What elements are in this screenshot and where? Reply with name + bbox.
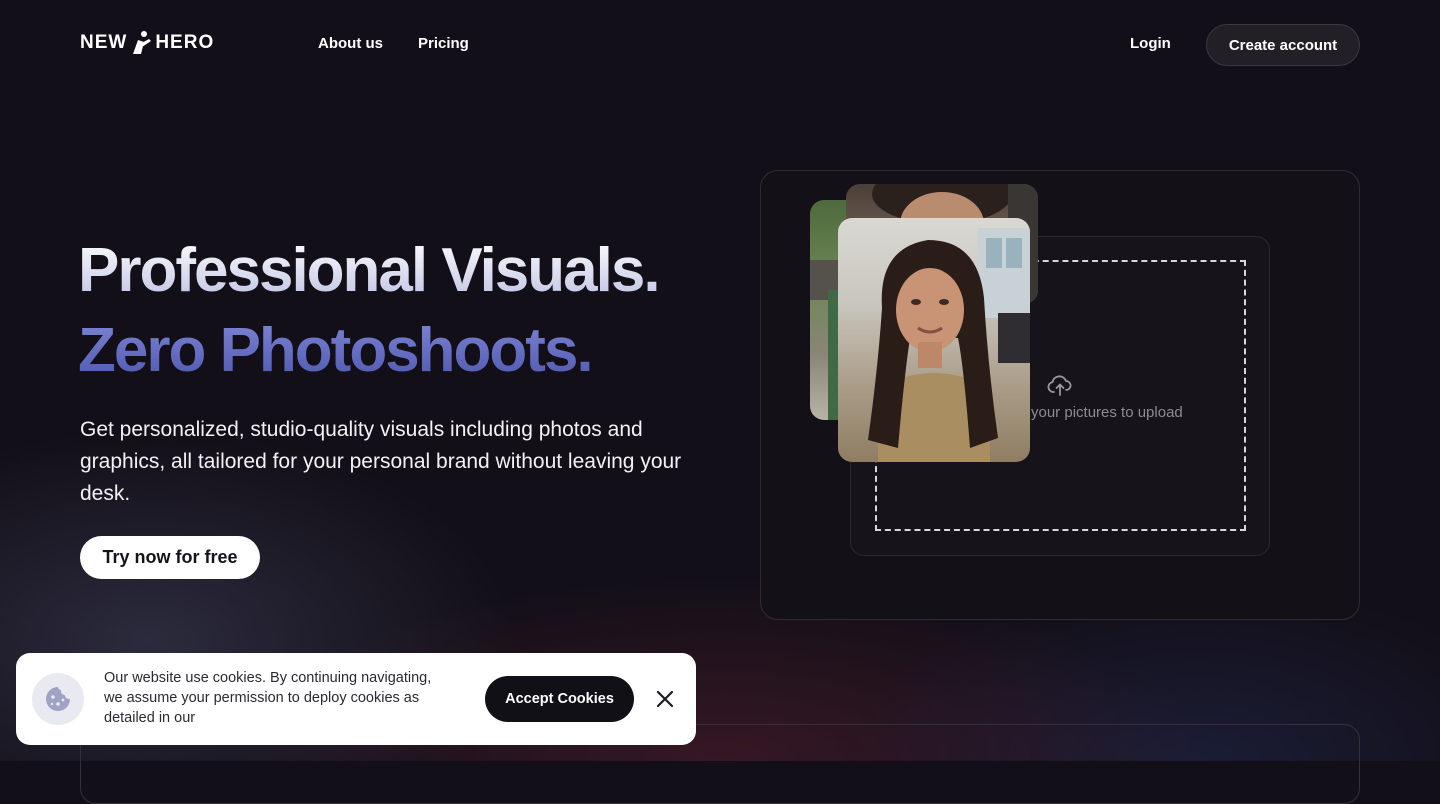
nav-link-about-us[interactable]: About us	[318, 35, 383, 52]
accept-cookies-button[interactable]: Accept Cookies	[485, 676, 634, 722]
cookie-icon	[46, 687, 70, 711]
login-link[interactable]: Login	[1130, 35, 1171, 52]
nav-link-pricing[interactable]: Pricing	[418, 35, 469, 52]
hero-subtitle: Get personalized, studio-quality visuals…	[80, 418, 682, 505]
logo-text-right: HERO	[155, 32, 215, 53]
cloud-upload-icon	[1047, 375, 1072, 396]
create-account-button[interactable]: Create account	[1206, 24, 1360, 66]
logo-text-left: NEW	[80, 32, 128, 53]
cookie-message: Our website use cookies. By continuing n…	[104, 670, 432, 726]
upload-hint-text: your pictures to upload	[1031, 404, 1183, 421]
hero-title-line-1: Professional Visuals.	[78, 236, 661, 305]
logo-figure-icon	[133, 31, 152, 54]
close-cookie-banner-button[interactable]	[654, 688, 676, 710]
cookie-icon-badge	[32, 673, 84, 725]
hero-title-line-2: Zero Photoshoots.	[78, 316, 594, 385]
top-navbar: NEW HERO About us Pricing Login Create a…	[0, 0, 1440, 88]
sample-photo-portrait	[838, 218, 1030, 462]
portrait-art	[868, 228, 1030, 462]
cookie-banner: Our website use cookies. By continuing n…	[16, 653, 696, 745]
close-icon	[656, 690, 674, 708]
try-now-button[interactable]: Try now for free	[80, 536, 260, 579]
logo[interactable]: NEW HERO	[80, 30, 214, 56]
